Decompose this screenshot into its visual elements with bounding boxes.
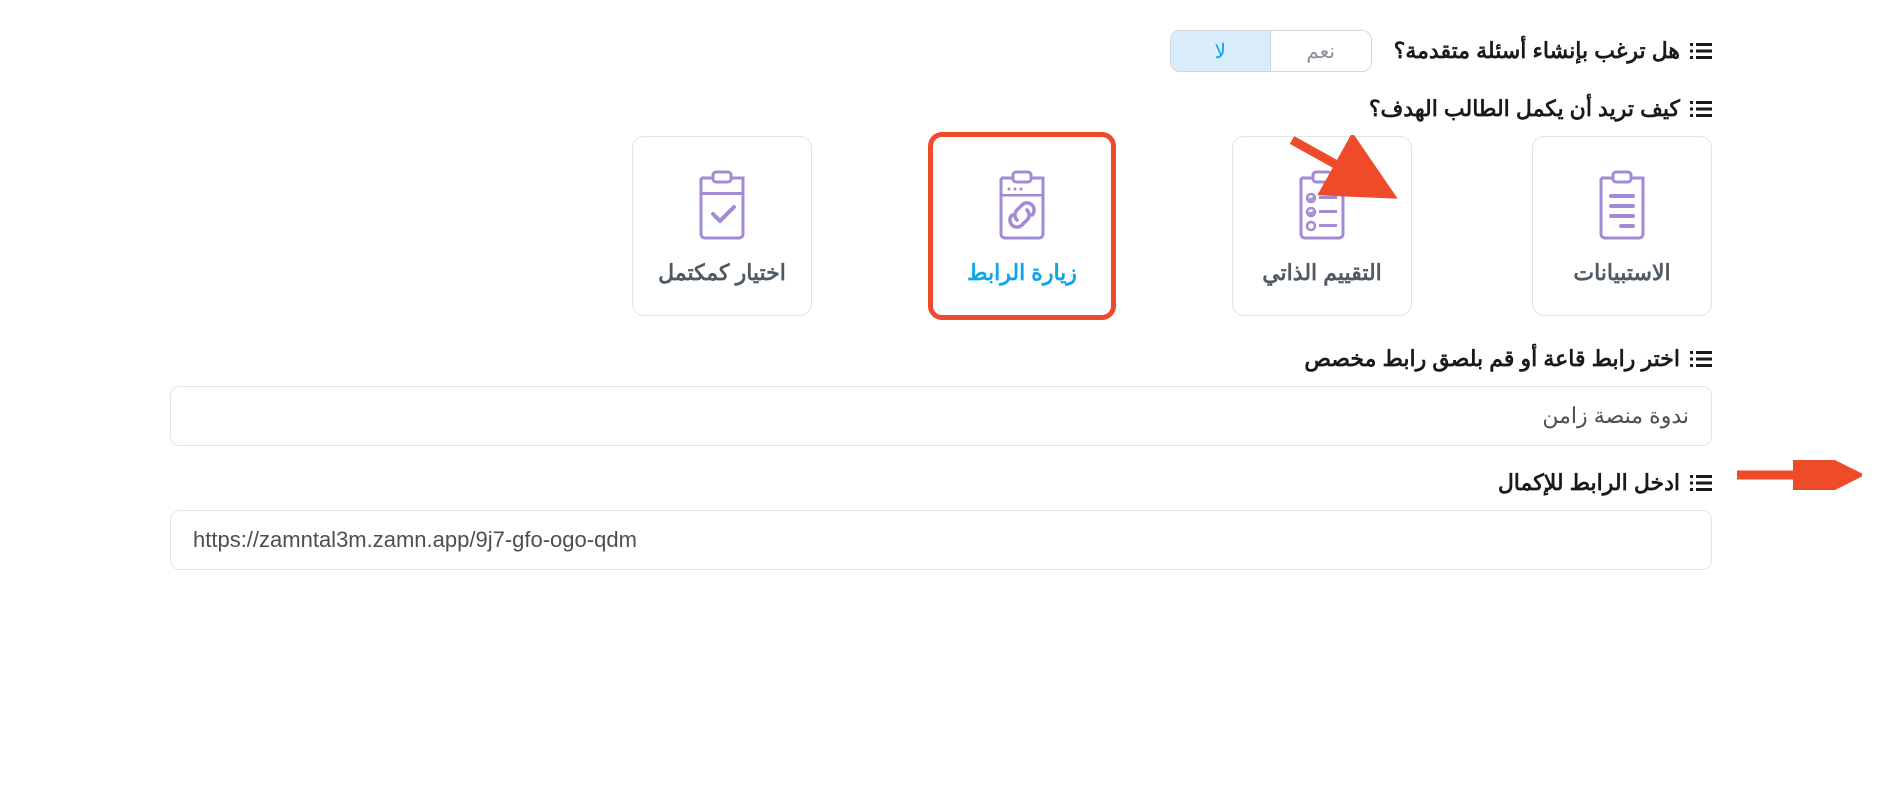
link-enter-field[interactable]: https://zamntal3m.zamn.app/9j7-gfo-ogo-q… [170, 510, 1712, 570]
option-visit-link[interactable]: زيارة الرابط [932, 136, 1112, 316]
list-icon [1690, 42, 1712, 60]
annotation-arrow-icon [1732, 460, 1862, 490]
link-enter-value: https://zamntal3m.zamn.app/9j7-gfo-ogo-q… [193, 527, 637, 553]
toggle-yes-button[interactable]: نعم [1271, 31, 1371, 71]
link-select-field[interactable]: ندوة منصة زامن [170, 386, 1712, 446]
link-select-value: ندوة منصة زامن [1542, 403, 1689, 429]
advanced-questions-toggle: نعم لا [1170, 30, 1372, 72]
list-icon [1690, 100, 1712, 118]
option-self-assess[interactable]: التقييم الذاتي [1232, 136, 1412, 316]
option-mark-complete[interactable]: اختيار كمكتمل [632, 136, 812, 316]
option-surveys[interactable]: الاستبيانات [1532, 136, 1712, 316]
clipboard-lines-icon [1593, 166, 1651, 246]
list-icon [1690, 474, 1712, 492]
completion-options: اختيار كمكتمل زيارة الرابط [170, 136, 1712, 316]
completion-method-label: كيف تريد أن يكمل الطالب الهدف؟ [1369, 96, 1680, 122]
link-select-label: اختر رابط قاعة أو قم بلصق رابط مخصص [1304, 346, 1680, 372]
option-visit-link-label: زيارة الرابط [967, 260, 1077, 286]
option-mark-complete-label: اختيار كمكتمل [658, 260, 786, 286]
toggle-no-button[interactable]: لا [1171, 31, 1271, 71]
clipboard-checklist-icon [1293, 166, 1351, 246]
option-surveys-label: الاستبيانات [1573, 260, 1670, 286]
clipboard-check-icon [693, 166, 751, 246]
option-self-assess-label: التقييم الذاتي [1262, 260, 1382, 286]
clipboard-link-icon [993, 166, 1051, 246]
list-icon [1690, 350, 1712, 368]
advanced-questions-label: هل ترغب بإنشاء أسئلة متقدمة؟ [1394, 38, 1680, 64]
link-enter-label: ادخل الرابط للإكمال [1498, 470, 1680, 496]
